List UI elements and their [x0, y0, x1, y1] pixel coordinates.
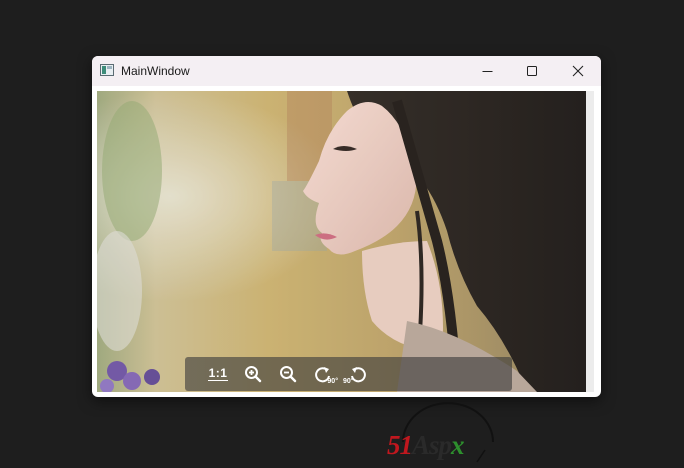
window-title: MainWindow	[121, 64, 190, 78]
close-icon	[572, 65, 584, 77]
maximize-icon	[526, 65, 537, 76]
actual-size-label: 1:1	[207, 366, 229, 381]
close-button[interactable]	[555, 56, 601, 86]
scrollbar-edge	[586, 91, 594, 392]
minimize-icon	[482, 70, 492, 72]
minimize-button[interactable]	[464, 56, 510, 86]
image-toolbar: 1:1 90° 90°	[185, 357, 512, 391]
actual-size-button[interactable]: 1:1	[203, 362, 233, 386]
rotate-left-degrees: 90°	[343, 378, 354, 385]
zoom-in-icon	[245, 366, 262, 383]
window-app-icon	[100, 64, 114, 76]
watermark-text: 51Aspx	[387, 430, 464, 461]
watermark-part-x: x	[451, 430, 464, 460]
watermark-part-51: 51	[387, 430, 413, 460]
main-window: MainWindow 1:1 90° 90°	[92, 56, 601, 397]
zoom-out-icon	[280, 366, 297, 383]
rotate-right-degrees: 90°	[327, 378, 338, 385]
zoom-in-button[interactable]	[240, 362, 266, 386]
image-viewer[interactable]: 1:1 90° 90°	[97, 91, 586, 392]
rotate-left-button[interactable]: 90°	[343, 362, 371, 386]
zoom-out-button[interactable]	[275, 362, 301, 386]
maximize-button[interactable]	[509, 56, 555, 86]
photo-image	[97, 91, 586, 392]
watermark-logo: 51Aspx	[385, 402, 515, 468]
watermark-part-asp: Asp	[412, 430, 452, 460]
rotate-right-button[interactable]: 90°	[310, 362, 338, 386]
title-bar[interactable]: MainWindow	[92, 56, 601, 86]
